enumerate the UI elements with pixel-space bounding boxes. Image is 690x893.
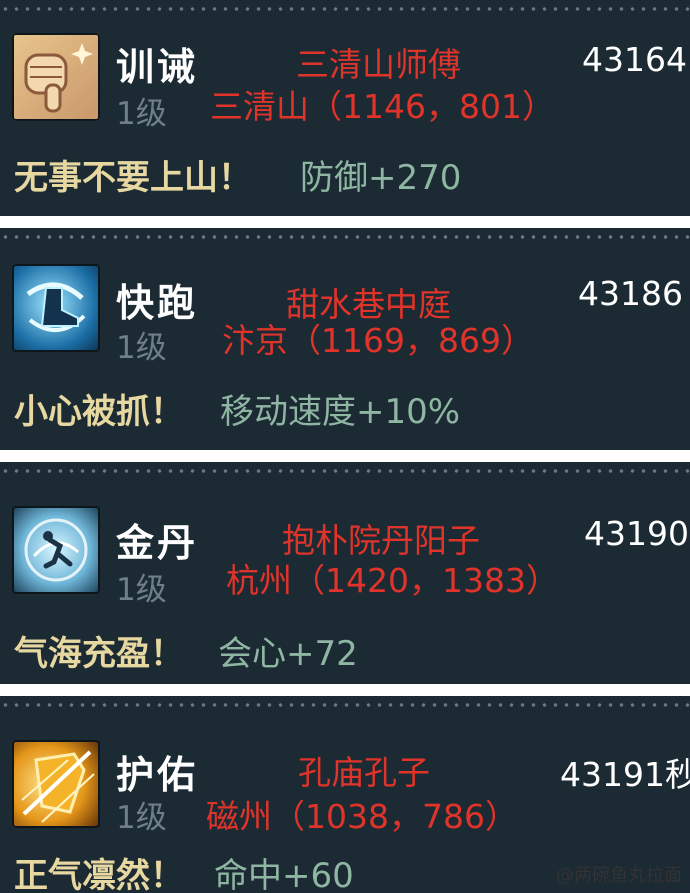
buff-name: 快跑 bbox=[116, 281, 199, 325]
buff-effect: 防御+270 bbox=[300, 158, 462, 198]
time-value: 43191秒 bbox=[560, 755, 690, 794]
shield-icon bbox=[12, 740, 100, 828]
location-coords: 汴京（1169，869） bbox=[222, 321, 534, 360]
buff-description: 无事不要上山！ bbox=[14, 158, 252, 198]
location-coords: 磁州（1038，786） bbox=[206, 797, 518, 836]
location-title: 孔庙孔子 bbox=[298, 753, 430, 792]
thumbs-down-icon bbox=[12, 33, 100, 121]
buff-description: 气海充盈！ bbox=[14, 634, 184, 674]
buff-description: 小心被抓！ bbox=[14, 392, 184, 432]
buff-effect: 命中+60 bbox=[214, 856, 354, 893]
location-title: 三清山师傅 bbox=[296, 45, 461, 84]
location-coords: 三清山（1146，801） bbox=[210, 87, 555, 126]
buff-effect: 会心+72 bbox=[218, 634, 358, 674]
time-value: 43186 bbox=[578, 274, 683, 313]
watermark: @两碗鱼丸拉面 bbox=[556, 865, 682, 886]
buff-level: 1级 bbox=[116, 330, 167, 366]
buff-name: 金丹 bbox=[116, 521, 199, 565]
buff-level: 1级 bbox=[116, 572, 167, 608]
running-shoe-icon bbox=[12, 264, 100, 352]
buff-level: 1级 bbox=[116, 800, 167, 836]
time-value: 43164 bbox=[582, 40, 687, 79]
buff-effect: 移动速度+10% bbox=[220, 392, 461, 432]
location-coords: 杭州（1420，1383） bbox=[226, 561, 559, 600]
buff-card-3: 金丹 1级 抱朴院丹阳子 杭州（1420，1383） 43190 气海充盈！ 会… bbox=[0, 462, 690, 684]
buff-description: 正气凛然！ bbox=[14, 856, 184, 893]
buff-name: 训诫 bbox=[116, 45, 199, 89]
buff-level: 1级 bbox=[116, 96, 167, 132]
time-value: 43190 bbox=[584, 514, 689, 553]
buff-card-1: 训诫 1级 三清山师傅 三清山（1146，801） 43164 无事不要上山！ … bbox=[0, 0, 690, 216]
buff-name: 护佑 bbox=[116, 753, 199, 797]
qi-sphere-icon bbox=[12, 506, 100, 594]
buff-card-2: 快跑 1级 甜水巷中庭 汴京（1169，869） 43186 小心被抓！ 移动速… bbox=[0, 228, 690, 450]
